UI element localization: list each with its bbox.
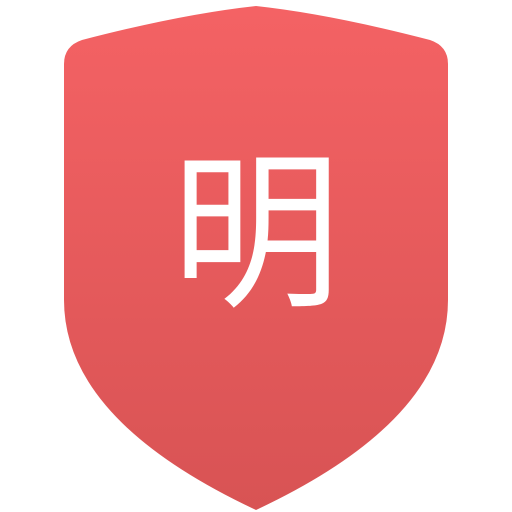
- app-icon: 明: [0, 0, 512, 512]
- logo-glyph: 明: [170, 136, 341, 334]
